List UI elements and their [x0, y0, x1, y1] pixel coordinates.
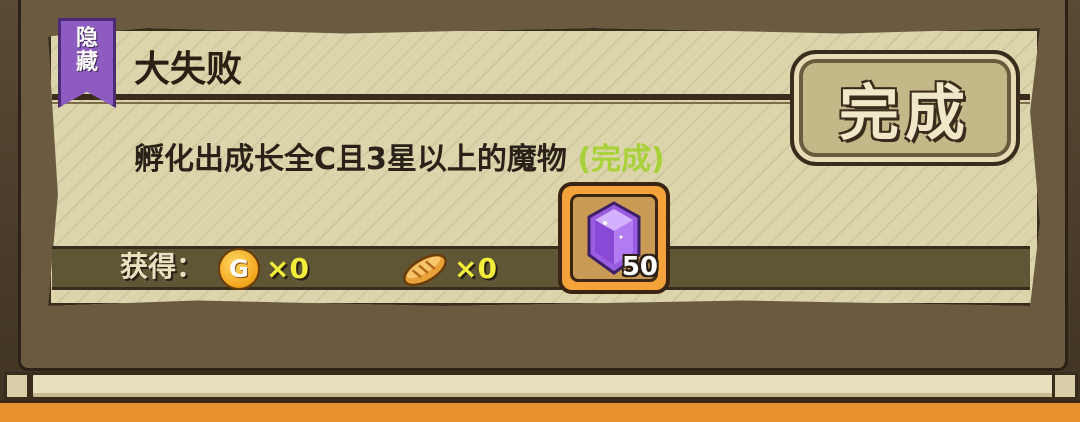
rail-cap-right: [1052, 372, 1078, 400]
rail-cap-left: [4, 372, 30, 400]
reward-label: 获得：: [120, 250, 205, 283]
badge-line-2: 藏: [75, 50, 98, 75]
gem-amount: 50: [621, 252, 658, 282]
quest-title: 大失败: [134, 49, 243, 90]
complete-button[interactable]: 完成: [790, 50, 1020, 166]
quest-description-text: 孵化出成长全C且3星以上的魔物: [134, 142, 567, 177]
coin-glyph: G: [229, 255, 249, 283]
bread-icon: [403, 253, 447, 287]
bread-count: ×0: [454, 252, 497, 285]
badge-line-1: 隐: [75, 26, 98, 51]
gem-reward-slot[interactable]: 50: [558, 182, 670, 294]
coin-count: ×0: [266, 252, 309, 285]
gold-coin-icon: G: [218, 248, 260, 290]
quest-description: 孵化出成长全C且3星以上的魔物 (完成): [134, 134, 665, 178]
complete-button-label: 完成: [839, 78, 971, 149]
bottom-rail: [30, 372, 1058, 400]
quest-status: (完成): [577, 142, 665, 177]
